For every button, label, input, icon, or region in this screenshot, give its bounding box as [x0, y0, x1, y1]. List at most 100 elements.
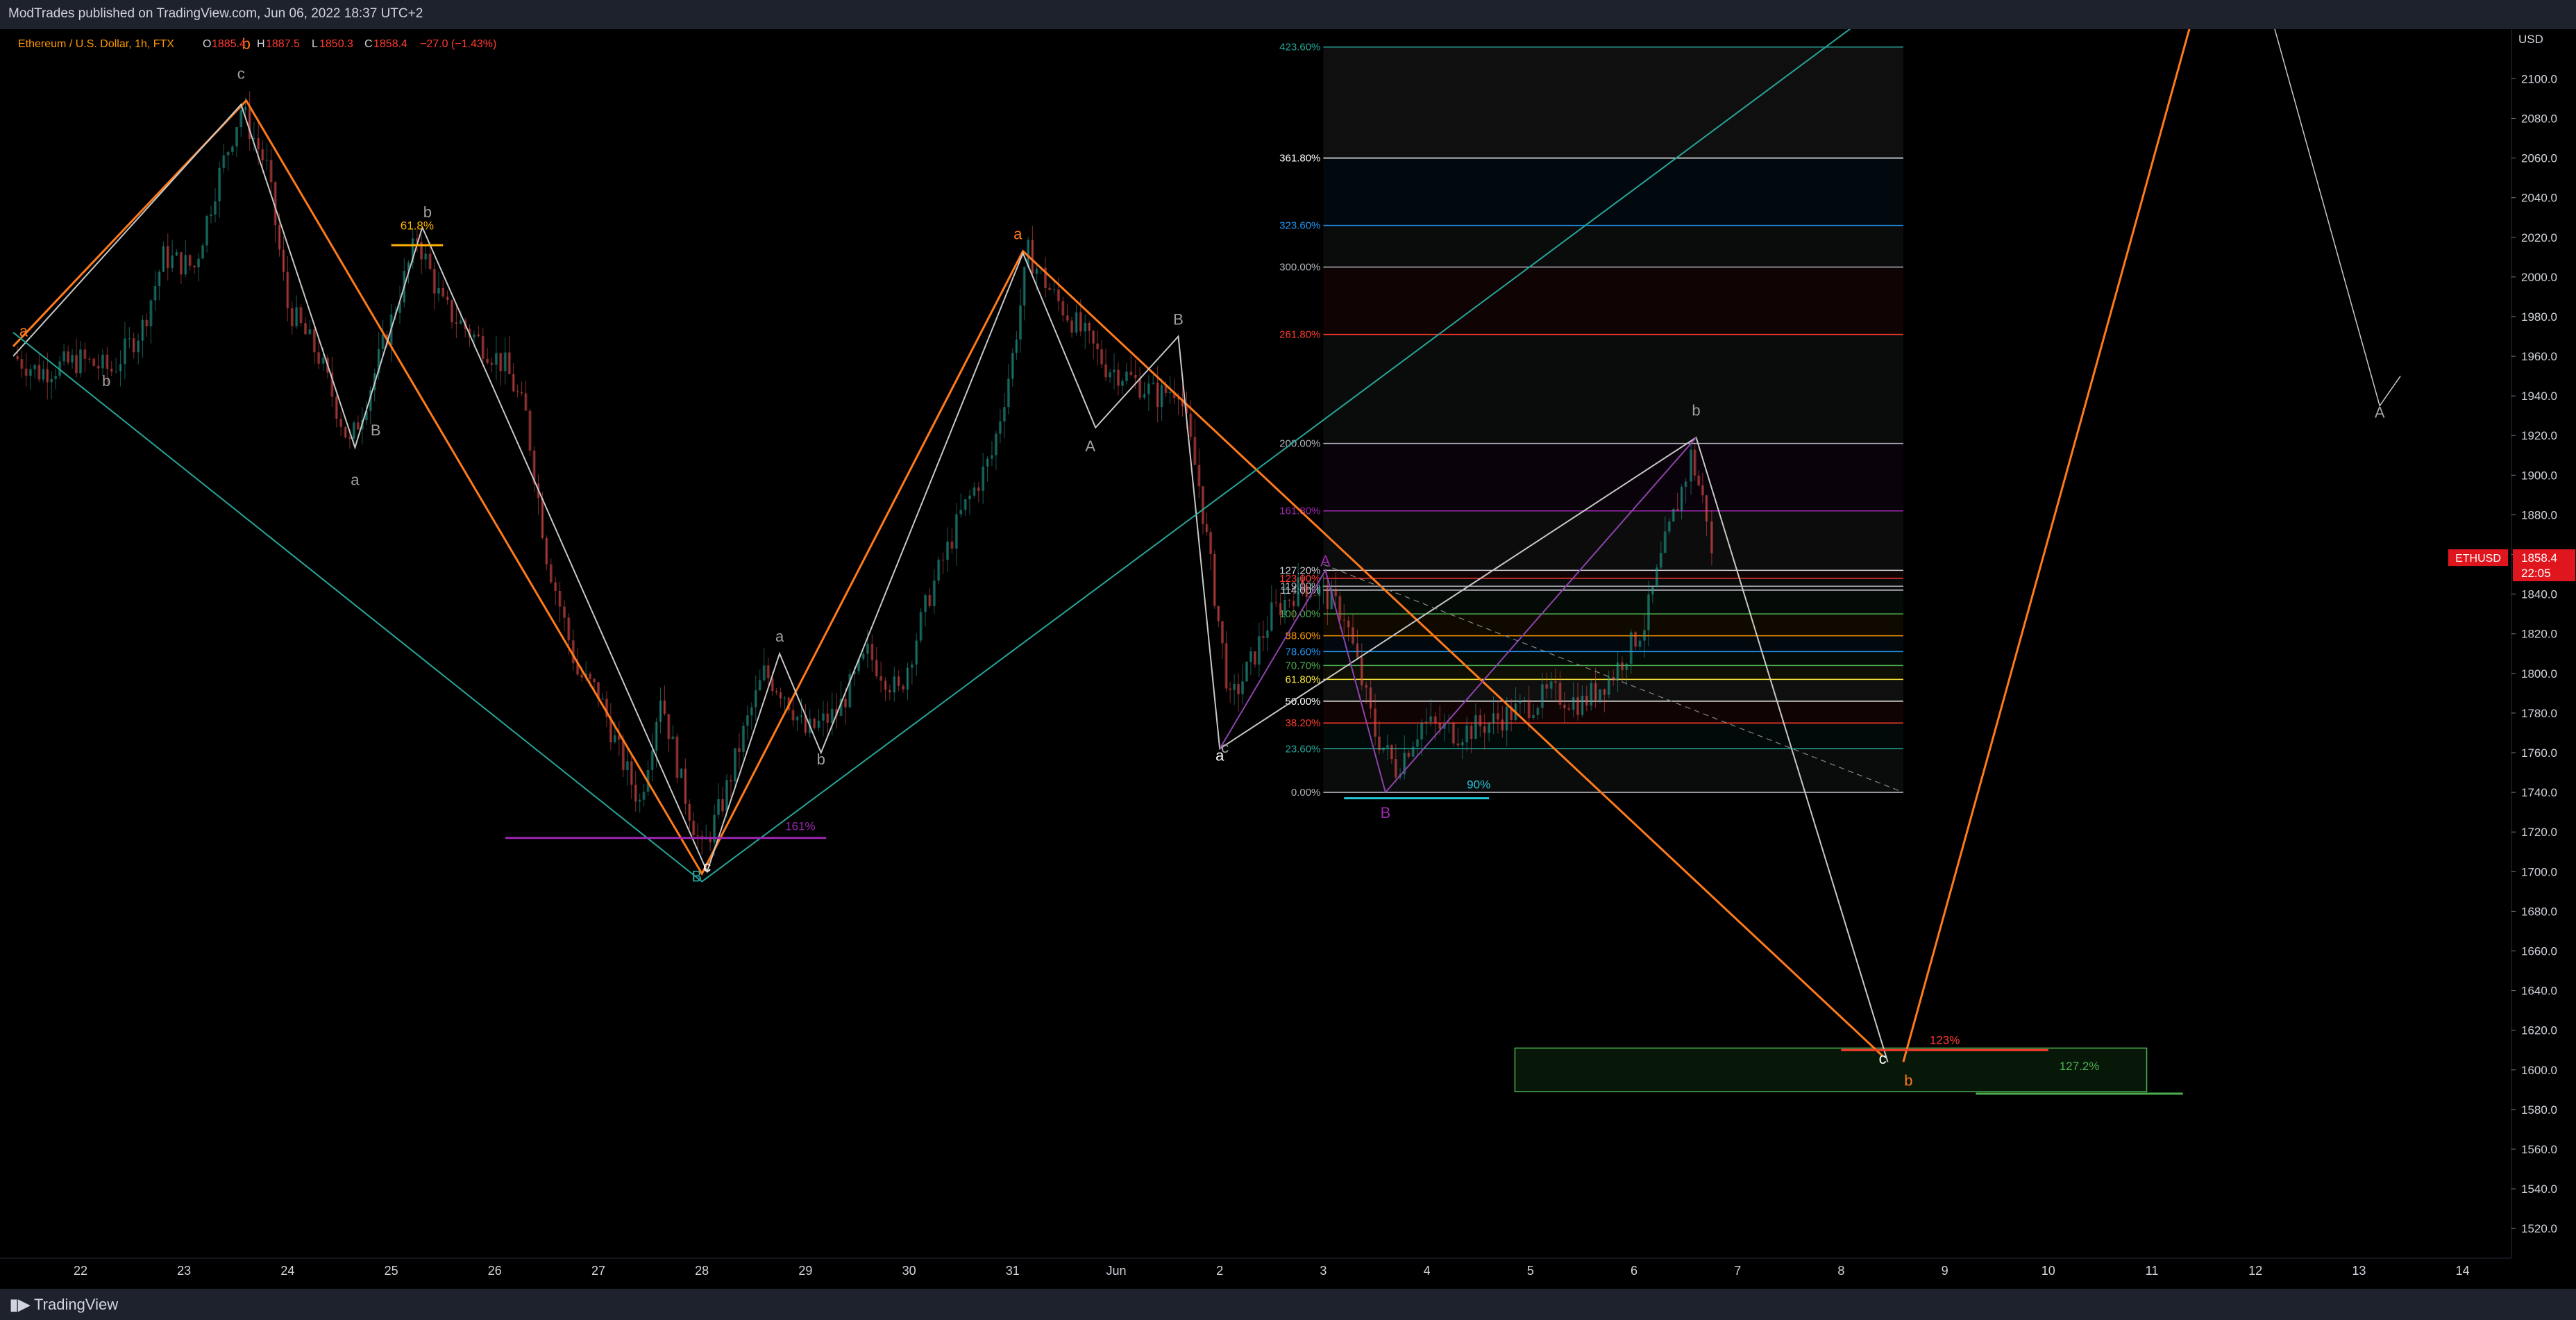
candle-body [149, 300, 153, 326]
candle-body [667, 714, 671, 740]
candle-body [1465, 725, 1469, 743]
candle-body [1356, 643, 1359, 658]
x-tick-label: 22 [74, 1264, 87, 1278]
candle-body [344, 426, 347, 437]
candle-body [1334, 588, 1338, 596]
brand-label: TradingView [34, 1296, 119, 1313]
candle-body [725, 780, 729, 812]
x-tick-label: 8 [1837, 1264, 1844, 1278]
fib-level-label: 300.00% [1279, 262, 1320, 274]
candle-body [817, 720, 820, 728]
candle-body [1201, 486, 1204, 524]
candle-body [123, 338, 126, 365]
wave-label: B [691, 868, 702, 885]
candle-body [1301, 577, 1304, 585]
candle-body [1061, 301, 1065, 316]
fib-level-label: 88.60% [1286, 630, 1321, 642]
x-tick-label: Jun [1106, 1264, 1126, 1278]
fib-level-label: 50.00% [1286, 696, 1321, 708]
candle-body [1237, 683, 1240, 694]
candle-body [16, 356, 19, 360]
candle-body [179, 252, 183, 275]
wave-label: a [351, 471, 360, 489]
wave-label: c [703, 858, 711, 875]
candle-body [1496, 713, 1499, 720]
fib-level-label: 261.80% [1279, 329, 1320, 341]
x-tick-label: 29 [798, 1264, 812, 1278]
candle-body [593, 678, 596, 683]
candle-body [299, 307, 303, 324]
candle-body [1297, 577, 1300, 607]
y-tick-label: 1620.0 [2521, 1024, 2557, 1037]
candle-body [750, 707, 753, 716]
wave-label: c [237, 65, 245, 82]
candle-body [541, 498, 544, 538]
y-tick-label: 1900.0 [2521, 469, 2557, 482]
tradingview-logo[interactable]: ▮▶ TradingView [10, 1296, 118, 1314]
candle-body [1697, 475, 1701, 486]
candle-body [1576, 697, 1580, 715]
x-tick-label: 23 [177, 1264, 191, 1278]
candle-body [696, 835, 700, 837]
candle-body [1474, 715, 1477, 740]
candle-body [1079, 312, 1082, 332]
candle-body [1536, 708, 1540, 715]
candle-body [1483, 726, 1486, 733]
wave-label: a [1013, 226, 1022, 243]
fib-zone-band [1323, 570, 1903, 578]
wave-label: c [1221, 739, 1229, 756]
candle-body [1057, 289, 1060, 301]
candle-body [986, 458, 989, 467]
candle-body [1002, 407, 1006, 421]
candle-body [692, 821, 696, 836]
candle-body [1377, 736, 1381, 751]
wave-label: A [1320, 553, 1331, 570]
fib-level-label: 23.60% [1286, 743, 1321, 755]
y-tick-label: 2080.0 [2521, 112, 2557, 125]
candle-body [1407, 753, 1411, 757]
candle-body [721, 799, 725, 812]
candle-body [1625, 663, 1628, 670]
candle-body [201, 245, 205, 259]
candle-body [132, 338, 135, 353]
annotation-label: 161% [785, 819, 815, 833]
x-tick-label: 24 [280, 1264, 294, 1278]
price-chart[interactable]: 0.00% 23.60% 38.20% 50.00% 61.80% 70.70% 78.60… [0, 29, 2576, 1289]
candle-body [1213, 553, 1216, 606]
x-tick-label: 28 [695, 1264, 709, 1278]
candle-body [1390, 745, 1393, 760]
candle-body [520, 392, 523, 394]
countdown-label: 22:05 [2521, 567, 2551, 580]
candle-body [642, 792, 646, 800]
candle-body [1104, 364, 1108, 378]
x-tick-label: 12 [2248, 1264, 2262, 1278]
candle-body [308, 329, 312, 335]
candle-body [1581, 695, 1584, 715]
candle-body [1193, 437, 1197, 465]
candle-body [1096, 343, 1100, 350]
candle-body [226, 151, 230, 156]
candle-body [959, 510, 963, 515]
candle-body [50, 378, 53, 383]
candle-body [184, 255, 187, 275]
y-tick-label: 1880.0 [2521, 508, 2557, 521]
candle-body [1217, 605, 1220, 621]
fib-level-label: 423.60% [1279, 42, 1320, 53]
candle-body [729, 780, 732, 782]
candle-body [580, 674, 584, 678]
candle-body [261, 149, 264, 160]
candle-body [1152, 382, 1155, 384]
fib-level-label: 127.20% [1279, 565, 1320, 576]
x-tick-label: 27 [591, 1264, 605, 1278]
y-tick-label: 1980.0 [2521, 310, 2557, 324]
candle-body [1647, 594, 1650, 630]
candle-body [1667, 521, 1671, 532]
last-price-label: 1858.4 [2521, 551, 2557, 565]
candle-body [924, 595, 927, 612]
candle-body [348, 437, 351, 439]
candle-body [1701, 485, 1704, 496]
fib-zone-band [1323, 586, 1903, 590]
candle-body [1594, 683, 1597, 701]
y-tick-label: 1680.0 [2521, 905, 2557, 918]
candle-body [884, 680, 887, 690]
